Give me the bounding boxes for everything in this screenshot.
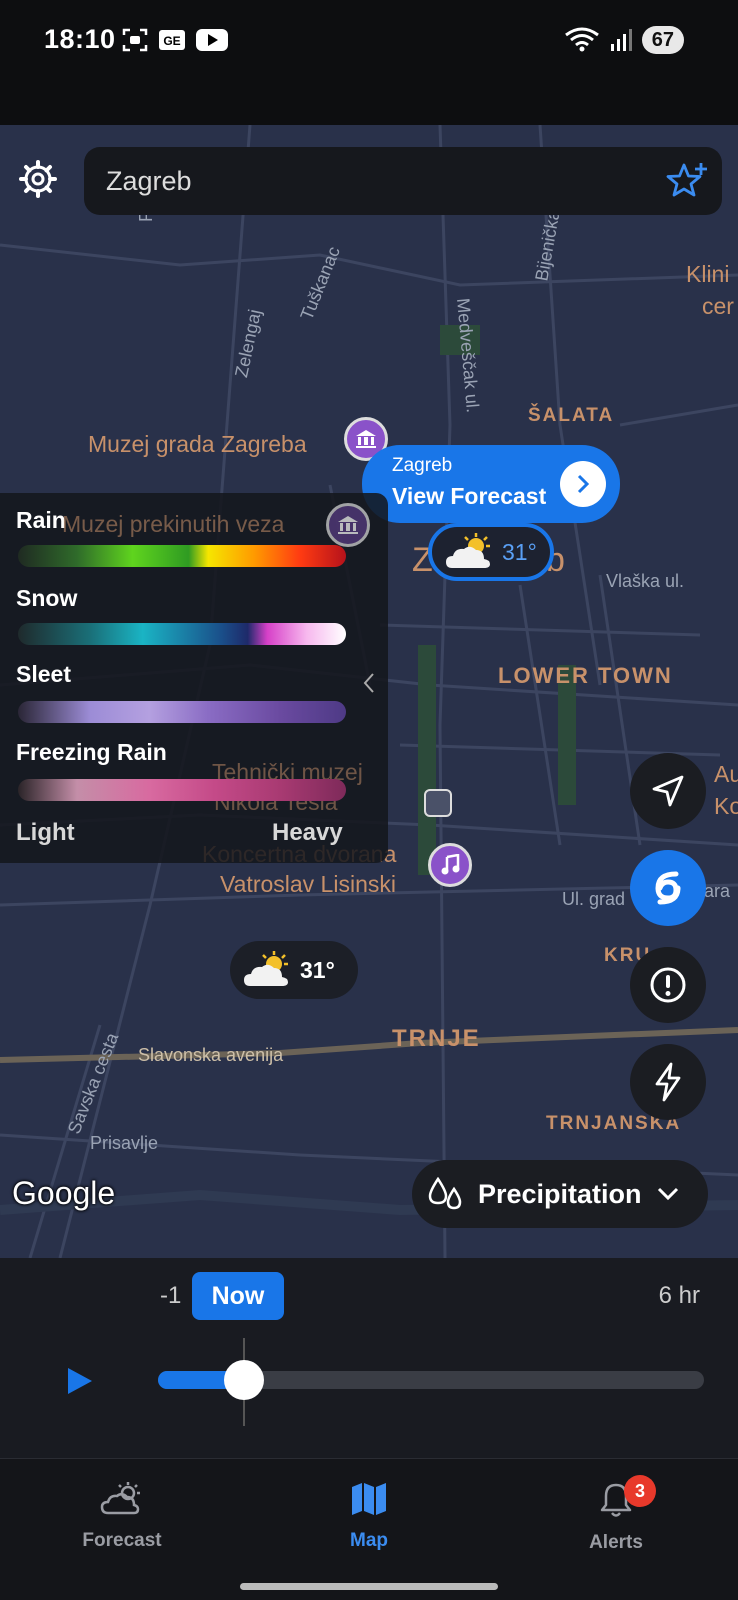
signal-icon — [610, 29, 632, 51]
cloud-sun-icon — [100, 1482, 140, 1515]
google-attribution: Google — [12, 1175, 116, 1211]
status-bar: 18:10 GE 67 — [0, 0, 738, 125]
ge-icon: GE — [159, 30, 185, 50]
district-label: LOWER TOWN — [498, 663, 673, 688]
status-system-icons: 67 — [564, 26, 684, 54]
music-note-icon — [428, 843, 472, 887]
street-label: Prisavlje — [90, 1133, 159, 1153]
raindrops-icon — [428, 1177, 462, 1210]
timeline-end-label: 6 hr — [658, 1282, 700, 1309]
severe-alerts-layer-button[interactable] — [630, 947, 706, 1023]
battery-indicator: 67 — [641, 26, 684, 54]
map-icon — [352, 1483, 386, 1515]
music-venue-marker[interactable] — [428, 843, 474, 897]
legend-light-label: Light — [16, 819, 75, 846]
timeline-panel: -1 Now 6 hr — [0, 1258, 738, 1458]
youtube-icon — [196, 29, 228, 51]
lightning-bolt-icon — [655, 1062, 681, 1102]
pill-temperature: 31° — [300, 956, 335, 983]
street-label: Vlaška ul. — [606, 571, 685, 591]
legend-snow-label: Snow — [16, 585, 78, 611]
legend-snow-gradient — [18, 623, 346, 645]
alert-circle-icon — [650, 967, 686, 1003]
nav-map-label: Map — [350, 1530, 388, 1551]
partly-cloudy-icon — [446, 533, 490, 568]
hurricane-layer-button[interactable] — [630, 850, 706, 926]
precipitation-legend[interactable]: Rain Muzej prekinutih veza Snow Sleet Fr… — [0, 493, 388, 863]
chevron-down-icon — [657, 1187, 678, 1201]
legend-freezing-rain-label: Freezing Rain — [16, 739, 167, 765]
collapse-legend-chevron-icon[interactable] — [362, 671, 376, 695]
callout-action: View Forecast — [392, 483, 547, 509]
screenshot-icon — [122, 28, 148, 52]
weather-temperature-pill[interactable]: 31° — [230, 941, 358, 999]
nav-forecast[interactable]: Forecast — [52, 1481, 192, 1552]
location-weather-pin[interactable]: 31° — [428, 523, 554, 581]
svg-text:GE: GE — [163, 34, 180, 48]
nav-forecast-label: Forecast — [82, 1530, 162, 1551]
timeline-now-button[interactable]: Now — [192, 1272, 284, 1320]
weather-map[interactable]: Pant Tuškanac Zelengaj Medveščak ul. Bij… — [0, 125, 738, 1258]
nav-alerts-label: Alerts — [589, 1532, 643, 1553]
legend-rain-label: Rain — [16, 507, 66, 533]
pin-temperature: 31° — [502, 538, 537, 565]
poi-label: Muzej grada Zagreba — [88, 431, 307, 457]
timeline-prev-label: -1 — [160, 1282, 182, 1309]
settings-gear-icon[interactable] — [18, 159, 58, 199]
home-indicator[interactable] — [240, 1583, 498, 1590]
hurricane-icon — [655, 871, 681, 905]
navigation-arrow-icon — [652, 775, 684, 807]
view-forecast-callout[interactable]: Zagreb View Forecast — [362, 445, 620, 523]
add-favorite-star-icon[interactable] — [666, 161, 708, 201]
poi-label: Au — [714, 761, 738, 787]
street-label: ara — [704, 881, 731, 901]
legend-rain-gradient — [18, 545, 346, 567]
legend-sleet-gradient — [18, 701, 346, 723]
street-label: Slavonska avenija — [138, 1045, 284, 1065]
district-label: ŠALATA — [528, 405, 615, 426]
museum-icon — [326, 503, 370, 547]
my-location-button[interactable] — [630, 753, 706, 829]
district-label: TRNJE — [392, 1025, 481, 1052]
legend-heavy-label: Heavy — [272, 819, 343, 846]
lightning-layer-button[interactable] — [630, 1044, 706, 1120]
poi-label: cer — [702, 293, 734, 319]
bottom-navigation: Forecast Map 3 Alerts — [0, 1458, 738, 1600]
wifi-icon — [564, 27, 599, 52]
poi-label: Vatroslav Lisinski — [220, 871, 396, 897]
nav-alerts[interactable]: 3 Alerts — [546, 1475, 686, 1554]
callout-place: Zagreb — [392, 455, 453, 476]
legend-sleet-label: Sleet — [16, 661, 71, 687]
partly-cloudy-icon — [244, 951, 288, 986]
location-search-input[interactable] — [106, 147, 626, 215]
chevron-right-icon[interactable] — [560, 461, 606, 507]
status-notification-icons: GE — [122, 28, 228, 52]
layer-selector-dropdown[interactable]: Precipitation — [412, 1160, 708, 1228]
status-time: 18:10 — [44, 24, 116, 54]
alerts-count-badge: 3 — [624, 1475, 656, 1507]
street-label: Ul. grad — [562, 889, 626, 909]
play-icon[interactable] — [66, 1366, 94, 1396]
nav-map[interactable]: Map — [299, 1481, 439, 1552]
tram-stop-icon[interactable] — [424, 789, 452, 817]
legend-freezing-rain-gradient — [18, 779, 346, 801]
poi-label: Muzej prekinutih veza — [62, 511, 285, 537]
search-bar[interactable] — [84, 147, 722, 215]
poi-label: Ko — [714, 793, 738, 819]
poi-label: Klini — [686, 261, 730, 287]
layer-selector-label: Precipitation — [478, 1178, 642, 1209]
timeline-slider-thumb[interactable] — [224, 1360, 264, 1400]
